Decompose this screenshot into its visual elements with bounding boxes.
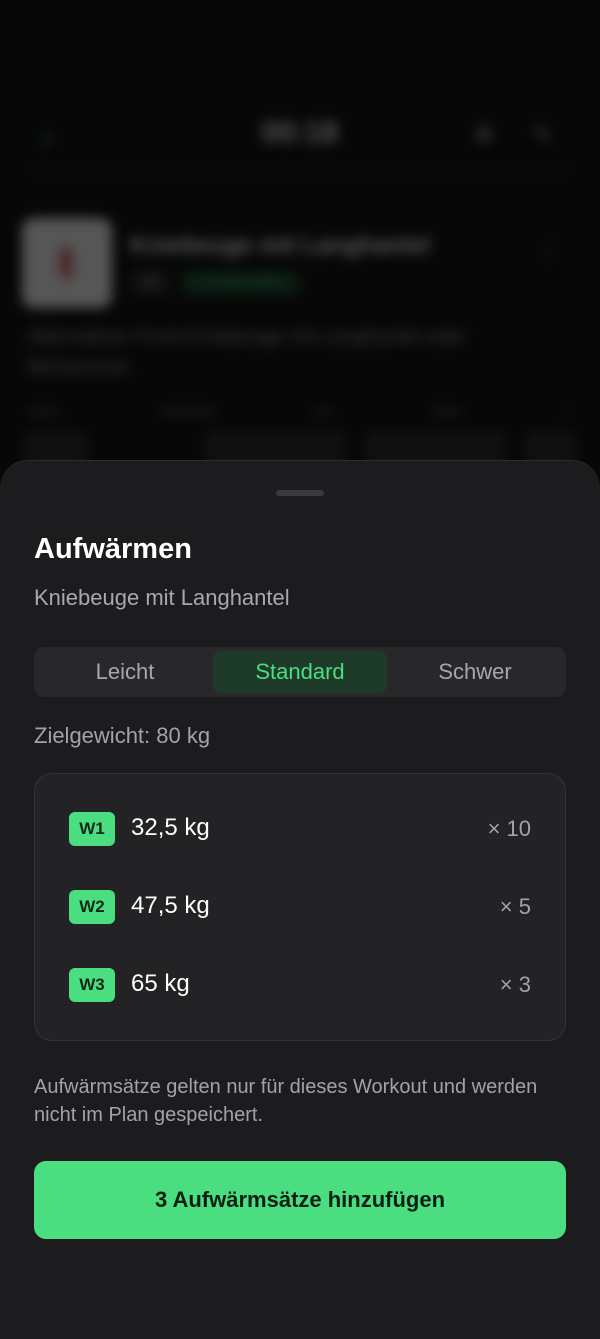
sheet-grabber[interactable] xyxy=(276,490,324,496)
set-reps: × 10 xyxy=(487,816,531,841)
sheet-subtitle: Kniebeuge mit Langhantel xyxy=(34,585,290,610)
info-text: Aufwärmsätze gelten nur für dieses Worko… xyxy=(34,1076,538,1126)
set-badge: W3 xyxy=(69,968,115,1002)
warmup-bottom-sheet: Aufwärmen Kniebeuge mit Langhantel Leich… xyxy=(0,460,600,1339)
intensity-segmented-control: Leicht Standard Schwer xyxy=(34,647,566,697)
intensity-option-schwer[interactable]: Schwer xyxy=(388,651,562,693)
set-weight: 32,5 kg xyxy=(131,814,210,841)
set-reps: × 3 xyxy=(499,972,531,997)
warmup-set-row: W1 32,5 kg × 10 xyxy=(35,810,565,850)
warmup-sets-card: W1 32,5 kg × 10 W2 47,5 kg × 5 W3 65 kg … xyxy=(34,773,566,1041)
warmup-set-row: W3 65 kg × 3 xyxy=(35,966,565,1006)
set-reps: × 5 xyxy=(499,894,531,919)
sheet-title: Aufwärmen xyxy=(34,533,192,565)
set-weight: 65 kg xyxy=(131,970,190,997)
intensity-option-standard[interactable]: Standard xyxy=(213,651,387,693)
set-weight: 47,5 kg xyxy=(131,892,210,919)
target-weight: Zielgewicht: 80 kg xyxy=(34,723,211,748)
set-badge: W1 xyxy=(69,812,115,846)
add-warmup-sets-button[interactable]: 3 Aufwärmsätze hinzufügen xyxy=(34,1161,566,1239)
set-badge: W2 xyxy=(69,890,115,924)
warmup-set-row: W2 47,5 kg × 5 xyxy=(35,888,565,928)
intensity-option-leicht[interactable]: Leicht xyxy=(38,651,212,693)
screen: ‹ 00:18 ⚙ ✎ Kniebeuge mit Langhantel 3S … xyxy=(0,0,600,1339)
